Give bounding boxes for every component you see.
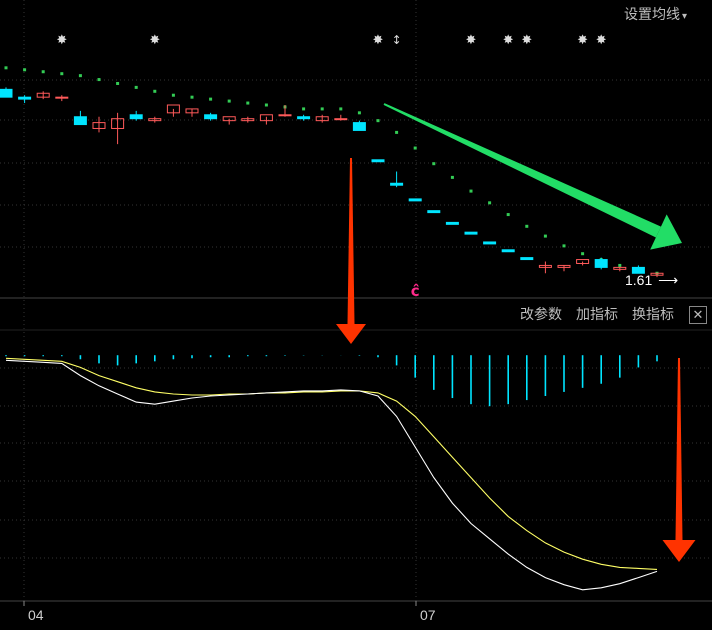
candle-body[interactable] xyxy=(501,249,515,253)
signal-marker: ✸ xyxy=(577,33,588,48)
candle-body[interactable] xyxy=(594,259,608,268)
close-icon[interactable]: ✕ xyxy=(689,306,707,324)
signal-marker-special: ↕ xyxy=(392,33,402,47)
trend-dot xyxy=(78,74,82,78)
trend-dot xyxy=(320,107,324,111)
last-price-label: 1.61 ⟶ xyxy=(625,272,678,289)
candle-body[interactable] xyxy=(18,96,32,100)
green-arrow-annotation xyxy=(383,103,682,250)
trend-dot xyxy=(543,234,547,238)
trend-dot xyxy=(264,103,268,107)
candle-body[interactable] xyxy=(464,231,478,235)
trend-dot xyxy=(153,89,157,93)
trend-dot xyxy=(525,224,529,228)
red-arrow-annotation xyxy=(336,158,366,344)
trend-dot xyxy=(190,95,194,99)
trend-dot xyxy=(134,85,138,89)
trend-dot xyxy=(339,107,343,111)
signal-marker: ✸ xyxy=(521,33,532,48)
signal-marker: ✸ xyxy=(373,33,384,48)
trend-dot xyxy=(302,107,306,111)
candle-body[interactable] xyxy=(352,122,366,131)
trend-dot xyxy=(562,244,566,248)
candle-body[interactable] xyxy=(129,114,143,120)
trend-dot xyxy=(41,70,45,74)
arrow-right-icon: ⟶ xyxy=(658,272,679,288)
candle-body[interactable] xyxy=(297,116,311,120)
candle-body[interactable] xyxy=(278,114,292,117)
trend-dot xyxy=(4,66,8,70)
trend-dot xyxy=(23,68,27,72)
trend-dot xyxy=(450,175,454,179)
signal-marker: ✸ xyxy=(466,33,477,48)
ce-marker: ĉ xyxy=(411,282,420,300)
ma-settings-label: 设置均线 xyxy=(624,7,680,23)
candle-body[interactable] xyxy=(445,221,459,225)
trend-dot xyxy=(171,93,175,97)
candle-body[interactable] xyxy=(0,88,13,98)
trend-dot xyxy=(60,72,64,76)
trend-dot xyxy=(506,213,510,217)
candle-body[interactable] xyxy=(408,198,422,202)
candle-body[interactable] xyxy=(204,114,218,120)
trend-dot xyxy=(432,162,436,166)
candle-body[interactable] xyxy=(427,210,441,214)
trend-dot xyxy=(227,99,231,103)
edit-params-button[interactable]: 改参数 xyxy=(520,307,562,323)
ma-settings-button[interactable]: 设置均线 ▾ xyxy=(624,7,687,25)
signal-marker: ✸ xyxy=(596,33,607,48)
trend-dot xyxy=(581,252,585,256)
candle-body[interactable] xyxy=(334,118,348,121)
trend-dot xyxy=(413,146,417,150)
candle-body[interactable] xyxy=(520,257,534,261)
candle-body[interactable] xyxy=(55,96,69,99)
signal-marker: ✸ xyxy=(503,33,514,48)
trend-dot xyxy=(97,78,101,82)
red-arrow-annotation xyxy=(662,358,696,562)
trend-dot xyxy=(246,101,250,105)
trend-dot xyxy=(488,201,492,205)
trend-dot xyxy=(618,263,622,267)
macd-dif-line xyxy=(5,359,658,591)
signal-marker: ✸ xyxy=(149,33,160,48)
candle-body[interactable] xyxy=(371,159,385,163)
last-price-value: 1.61 xyxy=(625,272,653,288)
candle-body[interactable] xyxy=(483,241,497,245)
candle-body[interactable] xyxy=(390,182,404,186)
chevron-down-icon: ▾ xyxy=(682,11,688,22)
trend-dot xyxy=(357,111,361,115)
trend-dot xyxy=(116,81,120,85)
trend-dot xyxy=(209,97,213,101)
switch-indicator-button[interactable]: 换指标 xyxy=(632,307,674,323)
add-indicator-button[interactable]: 加指标 xyxy=(576,307,618,323)
x-tick-label: 07 xyxy=(420,607,436,623)
trend-dot xyxy=(395,130,399,134)
trend-dot xyxy=(376,119,380,123)
x-tick-label: 04 xyxy=(28,607,44,623)
signal-marker: ✸ xyxy=(56,33,67,48)
trend-dot xyxy=(469,189,473,193)
candle-body[interactable] xyxy=(73,116,87,126)
